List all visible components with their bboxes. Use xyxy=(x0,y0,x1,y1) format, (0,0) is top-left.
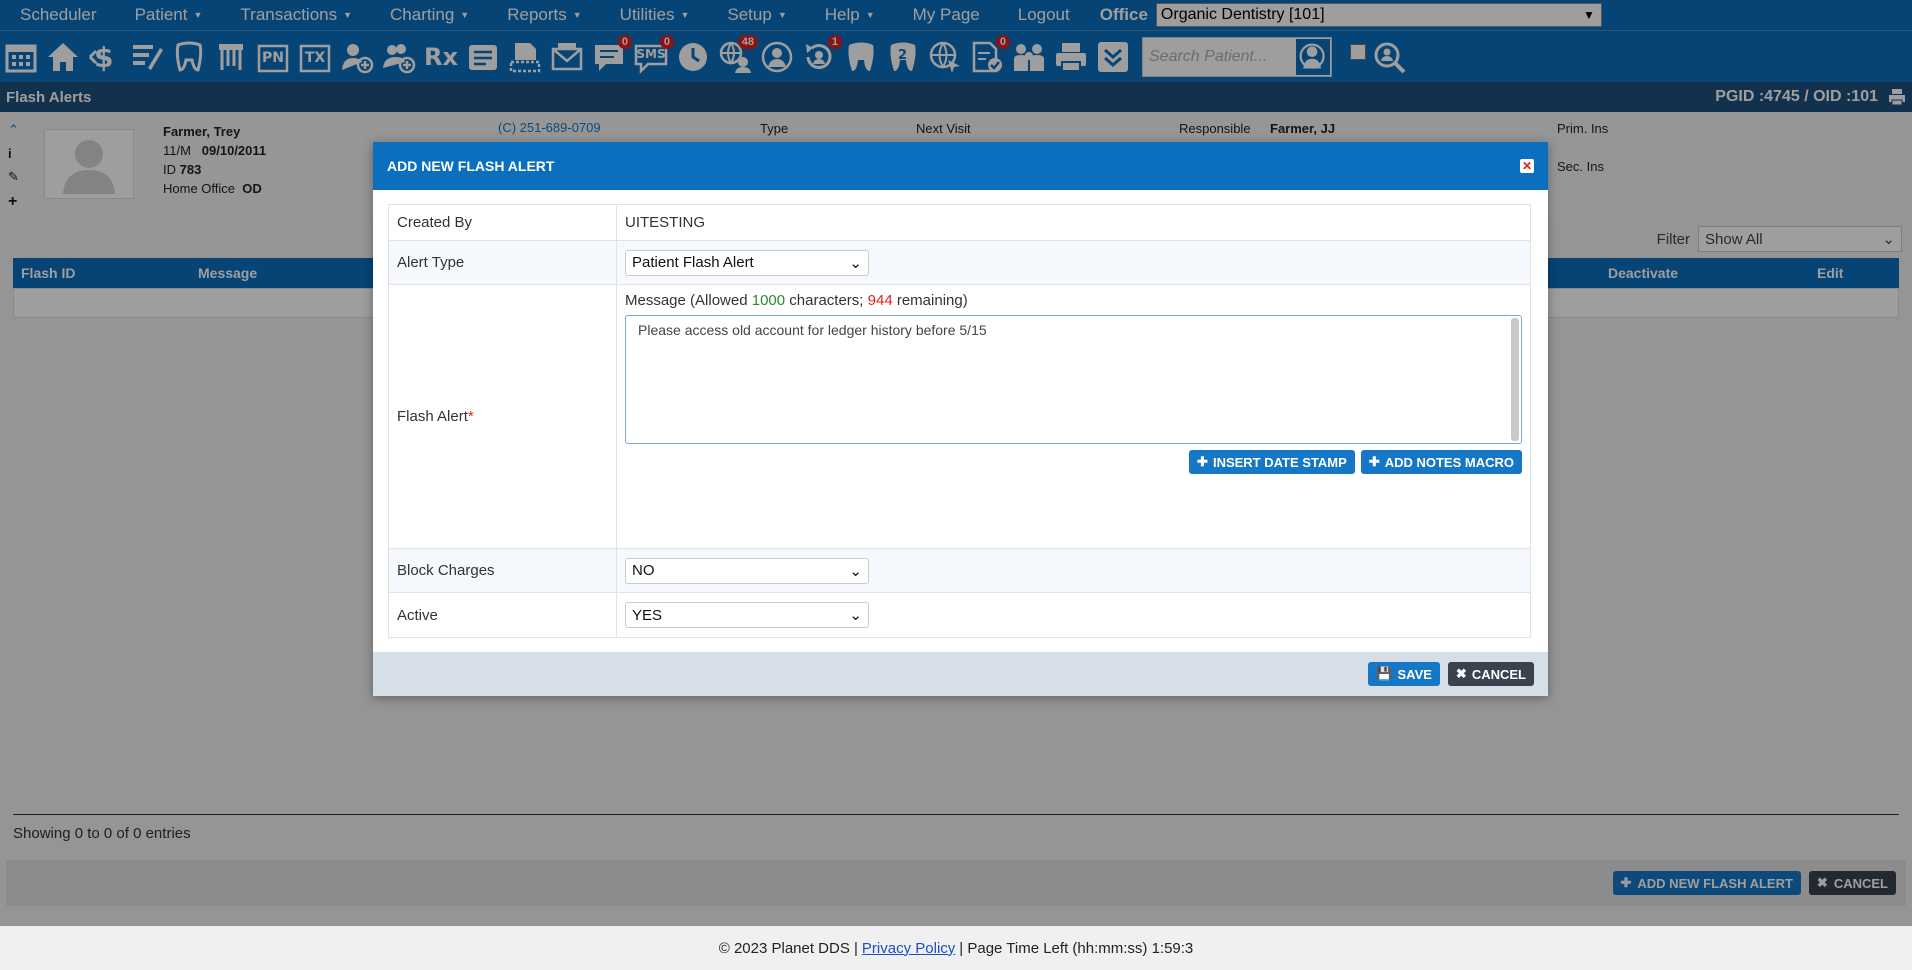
modal-header: ADD NEW FLASH ALERT ✕ xyxy=(373,142,1548,190)
insert-date-stamp-label: INSERT DATE STAMP xyxy=(1212,454,1347,470)
page-time-left: | Page Time Left (hh:mm:ss) 1:59:3 xyxy=(959,939,1194,957)
row-flash-alert: Flash Alert * Message (Allowed 1000 chara… xyxy=(389,285,1530,549)
add-notes-macro-button[interactable]: ✚ ADD NOTES MACRO xyxy=(1360,450,1522,474)
cancel-label: CANCEL xyxy=(1471,666,1526,682)
footer: © 2023 Planet DDS | Privacy Policy | Pag… xyxy=(0,926,1912,970)
add-notes-macro-label: ADD NOTES MACRO xyxy=(1384,454,1514,470)
active-value: YES xyxy=(632,606,663,624)
message-counter: Message (Allowed 1000 characters; 944 re… xyxy=(625,292,1522,309)
counter-middle: characters; xyxy=(785,292,868,309)
block-charges-value: NO xyxy=(632,562,655,579)
cancel-button[interactable]: ✖ CANCEL xyxy=(1447,662,1534,686)
add-flash-alert-modal: ADD NEW FLASH ALERT ✕ Created By UITESTI… xyxy=(373,142,1548,696)
chevron-down-icon: ⌄ xyxy=(849,607,862,624)
row-created-by: Created By UITESTING xyxy=(389,205,1530,241)
created-by-value: UITESTING xyxy=(625,214,706,231)
save-label: SAVE xyxy=(1397,666,1432,682)
close-icon[interactable]: ✕ xyxy=(1520,159,1534,173)
flash-alert-textarea[interactable]: Please access old account for ledger his… xyxy=(625,315,1522,444)
created-by-label: Created By xyxy=(389,205,617,240)
counter-prefix: Message (Allowed xyxy=(625,292,752,309)
chevron-down-icon: ⌄ xyxy=(849,254,862,272)
insert-date-stamp-button[interactable]: ✚ INSERT DATE STAMP xyxy=(1189,450,1355,474)
flash-alert-form: Created By UITESTING Alert Type Patient … xyxy=(388,204,1531,638)
alert-type-label: Alert Type xyxy=(389,241,617,284)
alert-type-value: Patient Flash Alert xyxy=(632,254,754,271)
row-active: Active YES ⌄ xyxy=(389,593,1530,637)
textarea-scrollbar[interactable] xyxy=(1511,318,1519,441)
remaining-count: 944 xyxy=(867,292,893,309)
flash-alert-message: Please access old account for ledger his… xyxy=(638,322,987,338)
counter-suffix: remaining) xyxy=(892,292,968,309)
active-label: Active xyxy=(389,593,617,637)
save-icon: 💾 xyxy=(1376,666,1393,681)
close-icon: ✖ xyxy=(1455,666,1467,681)
copyright: © 2023 Planet DDS | xyxy=(718,939,858,957)
plus-icon: ✚ xyxy=(1368,454,1380,469)
modal-title: ADD NEW FLASH ALERT xyxy=(387,158,555,174)
active-select[interactable]: YES ⌄ xyxy=(625,602,869,628)
allowed-count: 1000 xyxy=(751,292,786,309)
flash-alert-label: Flash Alert * xyxy=(389,285,617,548)
alert-type-select[interactable]: Patient Flash Alert ⌄ xyxy=(625,249,869,276)
row-block-charges: Block Charges NO ⌄ xyxy=(389,549,1530,593)
privacy-policy-link[interactable]: Privacy Policy xyxy=(862,940,955,957)
plus-icon: ✚ xyxy=(1197,454,1208,469)
save-button[interactable]: 💾 SAVE xyxy=(1368,662,1440,686)
modal-footer: 💾 SAVE ✖ CANCEL xyxy=(373,652,1548,696)
row-alert-type: Alert Type Patient Flash Alert ⌄ xyxy=(389,241,1530,285)
required-mark: * xyxy=(467,408,474,425)
block-charges-label: Block Charges xyxy=(389,549,617,592)
block-charges-select[interactable]: NO ⌄ xyxy=(625,557,869,584)
chevron-down-icon: ⌄ xyxy=(849,562,862,580)
flash-alert-label-text: Flash Alert xyxy=(397,408,468,425)
